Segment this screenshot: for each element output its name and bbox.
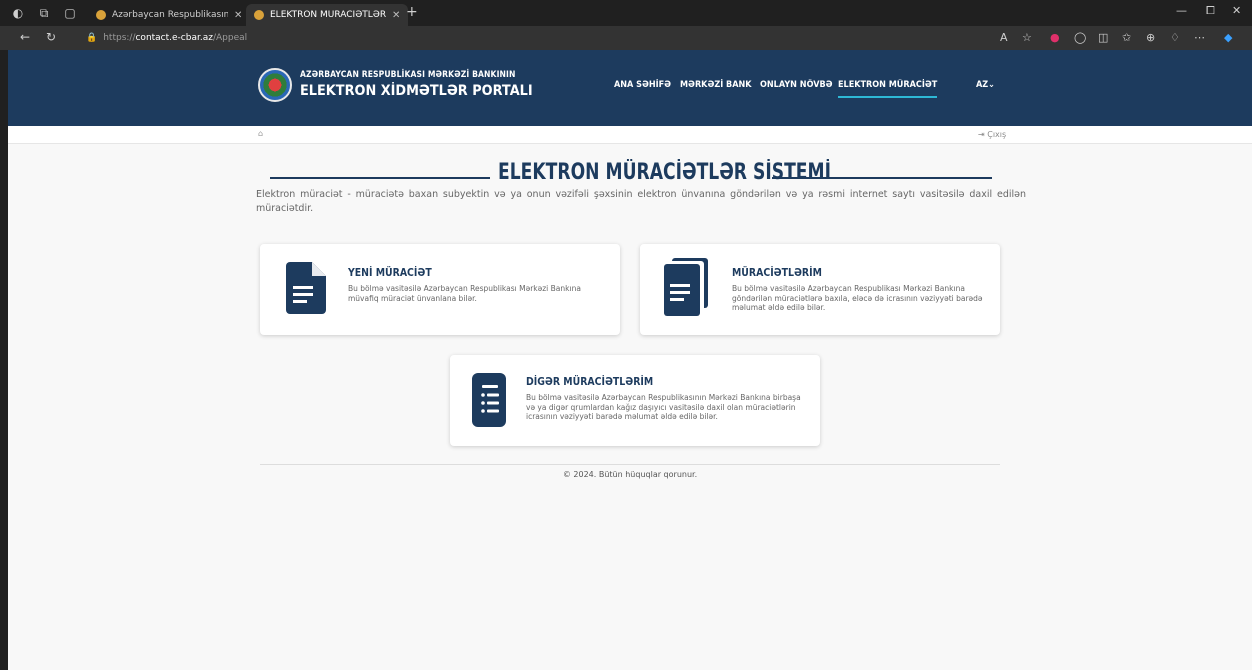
extension-icon[interactable]: ◯	[1074, 31, 1086, 44]
footer-copyright: © 2024. Bütün hüquqlar qorunur.	[562, 470, 698, 479]
collections-icon[interactable]: ⊕	[1146, 31, 1155, 44]
nav-electronic-appeal[interactable]: ELEKTRON MÜRACİƏT	[838, 80, 938, 98]
nav-central-bank[interactable]: MƏRKƏZİ BANK	[680, 80, 752, 90]
web-page: AZƏRBAYCAN RESPUBLİKASI MƏRKƏZİ BANKININ…	[8, 50, 1252, 670]
title-rule-left	[270, 177, 490, 179]
lock-icon: 🔒	[86, 33, 98, 43]
card-title: YENİ MÜRACİƏT	[348, 266, 432, 279]
card-description: Bu bölmə vasitəsilə Azərbaycan Respublik…	[526, 393, 801, 421]
brand-subtitle: AZƏRBAYCAN RESPUBLİKASI MƏRKƏZİ BANKININ	[300, 70, 516, 80]
read-aloud-icon[interactable]: A	[1000, 31, 1008, 44]
site-header: AZƏRBAYCAN RESPUBLİKASI MƏRKƏZİ BANKININ…	[8, 50, 1252, 126]
favorite-star-icon[interactable]: ☆	[1022, 31, 1032, 44]
logout-label: Çıxış	[987, 130, 1007, 139]
nav-online-queue[interactable]: ONLAYN NÖVBƏ	[760, 80, 833, 90]
close-tab-icon[interactable]: ✕	[234, 10, 242, 21]
favicon-icon	[254, 10, 264, 20]
new-tab-icon[interactable]: +	[406, 4, 418, 20]
card-description: Bu bölmə vasitəsilə Azərbaycan Respublik…	[348, 284, 581, 303]
browser-tab-appeal[interactable]: ELEKTRON MÜRACİƏTLƏR SİSTEMİ ✕	[246, 4, 409, 26]
more-icon[interactable]: ⋯	[1194, 31, 1205, 44]
new-appeal-card[interactable]: YENİ MÜRACİƏT Bu bölmə vasitəsilə Azərba…	[260, 244, 620, 335]
restore-icon[interactable]: ⧠	[1206, 4, 1215, 18]
language-selector[interactable]: AZ⌄	[976, 80, 995, 90]
browser-profile-icon[interactable]: ◐	[10, 5, 26, 21]
logout-icon: ⇥	[978, 130, 988, 139]
extension-icon[interactable]: ●	[1050, 31, 1060, 44]
back-icon[interactable]: ←	[20, 30, 30, 44]
list-icon	[472, 373, 506, 427]
documents-icon	[664, 258, 708, 316]
url-field[interactable]: 🔒 https:// contact.e-cbar.az /Appeal	[82, 29, 987, 47]
intro-text: Elektron müraciət - müraciətə baxan suby…	[256, 189, 1026, 214]
title-rule-right	[772, 177, 992, 179]
favorites-icon[interactable]: ✩	[1122, 31, 1131, 44]
split-screen-icon[interactable]: ◫	[1098, 31, 1108, 44]
tab-actions-icon[interactable]: ▢	[62, 5, 78, 21]
close-window-icon[interactable]: ✕	[1232, 4, 1241, 17]
copilot-icon[interactable]: ◆	[1224, 31, 1232, 44]
home-icon[interactable]: ⌂	[258, 129, 263, 138]
tab-title: ELEKTRON MÜRACİƏTLƏR SİSTEMİ	[270, 10, 386, 20]
refresh-icon[interactable]: ↻	[46, 30, 56, 44]
other-appeals-card[interactable]: DİGƏR MÜRACİƏTLƏRİM Bu bölmə vasitəsilə …	[450, 355, 820, 446]
state-emblem-logo[interactable]	[258, 68, 292, 102]
browser-address-bar: ← ↻ 🔒 https:// contact.e-cbar.az /Appeal…	[0, 26, 1252, 50]
footer-divider	[260, 464, 1000, 465]
my-appeals-card[interactable]: MÜRACİƏTLƏRİM Bu bölmə vasitəsilə Azərba…	[640, 244, 1000, 335]
url-host: contact.e-cbar.az	[135, 33, 213, 43]
minimize-icon[interactable]: —	[1176, 4, 1187, 17]
close-tab-icon[interactable]: ✕	[392, 10, 400, 21]
brand-title[interactable]: ELEKTRON XİDMƏTLƏR PORTALI	[300, 83, 533, 99]
url-scheme: https://	[103, 33, 136, 43]
workspaces-icon[interactable]: ⧉	[36, 5, 52, 21]
url-path: /Appeal	[212, 33, 248, 43]
favicon-icon	[96, 10, 106, 20]
sub-navigation: ⌂ ⇥ Çıxış	[8, 126, 1252, 144]
card-description: Bu bölmə vasitəsilə Azərbaycan Respublik…	[732, 284, 983, 312]
document-icon	[286, 262, 326, 314]
extensions-icon[interactable]: ♢	[1170, 31, 1180, 44]
tab-title: Azərbaycan Respublikasının Mərkəzi Bankı	[112, 10, 228, 20]
card-title: MÜRACİƏTLƏRİM	[732, 266, 822, 279]
logout-link[interactable]: ⇥ Çıxış	[978, 130, 1006, 139]
page-title: ELEKTRON MÜRACİƏTLƏR SİSTEMİ	[498, 160, 831, 185]
nav-home[interactable]: ANA SƏHİFƏ	[614, 80, 671, 90]
card-title: DİGƏR MÜRACİƏTLƏRİM	[526, 375, 654, 388]
browser-tab-cbar[interactable]: Azərbaycan Respublikasının Mərkəzi Bankı…	[88, 4, 250, 26]
